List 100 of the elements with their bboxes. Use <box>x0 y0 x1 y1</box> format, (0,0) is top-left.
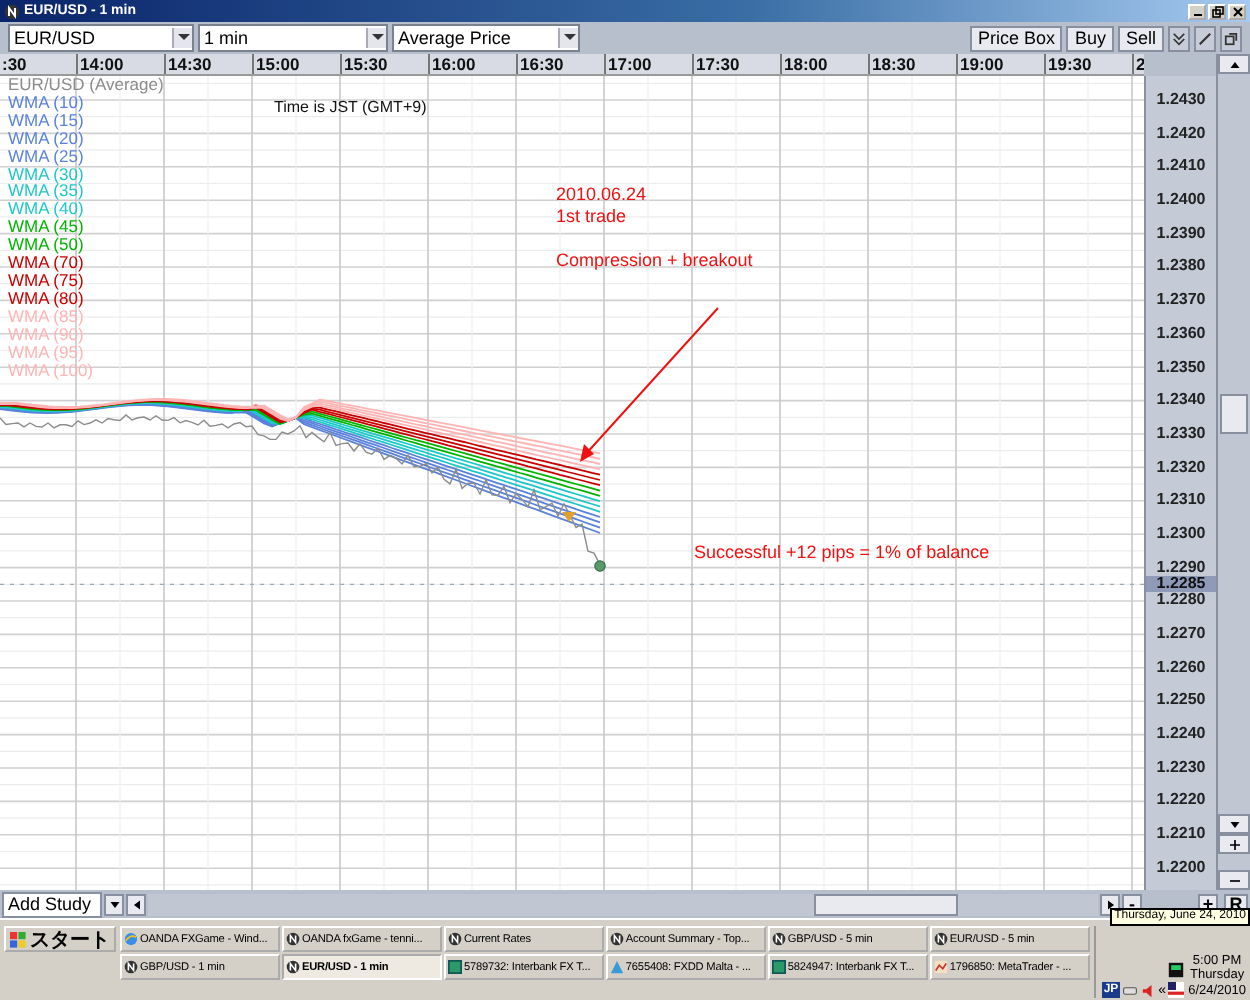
scroll-left-button[interactable] <box>126 893 146 915</box>
minimize-button[interactable] <box>1188 3 1206 19</box>
add-study-field[interactable]: Add Study <box>2 891 102 917</box>
price-label: 1.2270 <box>1154 626 1208 642</box>
terminal-icon <box>771 960 786 974</box>
app-icon <box>771 932 786 946</box>
price-label: 1.2230 <box>1154 759 1208 776</box>
legend-item: WMA (95) <box>8 343 84 361</box>
app-icon <box>124 960 138 974</box>
detach-button[interactable] <box>1220 25 1242 51</box>
price-label: 1.2310 <box>1154 492 1208 509</box>
legend-item: WMA (10) <box>8 93 84 112</box>
study-dropdown-button[interactable] <box>104 893 124 915</box>
legend-item: WMA (80) <box>8 289 84 308</box>
price-label: 1.2360 <box>1154 325 1208 342</box>
up-arrow-icon <box>1229 61 1239 67</box>
time-label: 16:30 <box>516 54 604 74</box>
windows-logo-icon <box>10 931 26 947</box>
price-label: 1.2250 <box>1154 692 1208 709</box>
legend-item: WMA (20) <box>8 129 84 148</box>
price-label: 1.2340 <box>1154 392 1208 409</box>
left-arrow-icon <box>133 899 139 909</box>
price-label: 1.2210 <box>1154 826 1208 843</box>
start-button[interactable]: スタート <box>4 926 116 952</box>
price-label: 1.2330 <box>1154 425 1208 442</box>
zoom-in-button[interactable] <box>1218 834 1250 854</box>
price-label: 1.2400 <box>1154 192 1208 209</box>
pencil-icon <box>1198 31 1212 45</box>
price-label: 1.2200 <box>1154 859 1208 876</box>
triangle-marker-icon <box>562 512 576 522</box>
legend-item: WMA (75) <box>8 271 84 290</box>
toolbar-button[interactable]: Buy <box>1066 25 1114 51</box>
instrument-dropdown[interactable]: EUR/USD <box>8 24 194 52</box>
interval-dropdown[interactable]: 1 min <box>198 24 388 52</box>
minus-icon <box>1229 875 1239 885</box>
price-type-dropdown[interactable]: Average Price <box>392 24 580 52</box>
time-label: :30 <box>0 54 29 74</box>
time-label: 19:00 <box>956 54 1044 74</box>
price-label: 1.2260 <box>1154 659 1208 676</box>
time-label: 18:00 <box>780 54 868 74</box>
time-label: 14:00 <box>76 54 164 74</box>
zoom-out-button[interactable] <box>1218 870 1250 890</box>
restore-icon <box>1211 5 1223 17</box>
price-label: 1.2240 <box>1154 726 1208 743</box>
legend-item: WMA (40) <box>8 200 84 219</box>
printer-icon[interactable] <box>1122 984 1139 998</box>
legend-item: WMA (15) <box>8 111 84 130</box>
legend-item: WMA (35) <box>8 182 84 201</box>
toolbar-button[interactable]: Sell <box>1117 25 1164 51</box>
price-label: 1.2320 <box>1154 459 1208 476</box>
app-icon <box>285 932 300 946</box>
price-label: 1.2300 <box>1154 525 1208 542</box>
scroll-thumb[interactable] <box>814 893 958 915</box>
time-label: 14:30 <box>164 54 252 74</box>
price-label: 1.2430 <box>1154 92 1208 108</box>
time-label: 15:00 <box>252 54 340 74</box>
speaker-icon[interactable] <box>1140 984 1157 998</box>
timezone-note: Time is JST (GMT+9) <box>274 98 427 116</box>
legend-item: WMA (70) <box>8 254 84 272</box>
price-label: 1.2350 <box>1154 359 1208 375</box>
chart-icon <box>933 960 948 974</box>
dot-marker-icon <box>594 560 606 572</box>
price-label: 1.2410 <box>1154 158 1208 175</box>
price-label: 1.2380 <box>1154 258 1208 275</box>
app-icon <box>933 932 948 946</box>
scroll-down-button[interactable] <box>1218 814 1250 834</box>
price-label: 1.2420 <box>1154 125 1208 142</box>
close-icon <box>1231 5 1243 17</box>
caret-icon <box>371 34 383 42</box>
close-button[interactable] <box>1228 3 1246 19</box>
caret-icon <box>563 34 575 42</box>
chevron-icon <box>1172 31 1186 45</box>
price-label: 1.2370 <box>1154 292 1208 309</box>
down-arrow-icon <box>1229 821 1239 827</box>
app-icon <box>285 960 300 974</box>
time-label: 17:30 <box>692 54 780 74</box>
time-label: 18:30 <box>868 54 956 74</box>
price-label: 1.2280 <box>1154 592 1208 609</box>
caret-icon <box>177 34 189 42</box>
app-icon <box>447 932 462 946</box>
toolbar-button[interactable]: Price Box <box>969 25 1063 51</box>
collapse-button[interactable] <box>1168 25 1190 51</box>
current-price-label: 1.2285 <box>1146 576 1216 593</box>
legend-item: WMA (100) <box>8 361 94 379</box>
scroll-up-button[interactable] <box>1218 54 1250 74</box>
annotation-text: Compression + breakout <box>556 250 753 272</box>
app-icon <box>4 3 20 19</box>
caret-icon <box>109 901 119 907</box>
terminal-icon <box>447 960 462 974</box>
legend-item: WMA (30) <box>8 165 84 183</box>
right-arrow-icon <box>1107 899 1113 909</box>
time-label: 15:30 <box>340 54 428 74</box>
legend-item: WMA (45) <box>8 218 84 237</box>
draw-button[interactable] <box>1194 25 1216 51</box>
globe-icon <box>124 932 138 946</box>
price-label: 1.2390 <box>1154 225 1208 242</box>
scroll-thumb[interactable] <box>1220 394 1248 434</box>
legend-item: WMA (25) <box>8 147 84 166</box>
restore-button[interactable] <box>1208 3 1226 19</box>
window-icon <box>1224 31 1238 45</box>
